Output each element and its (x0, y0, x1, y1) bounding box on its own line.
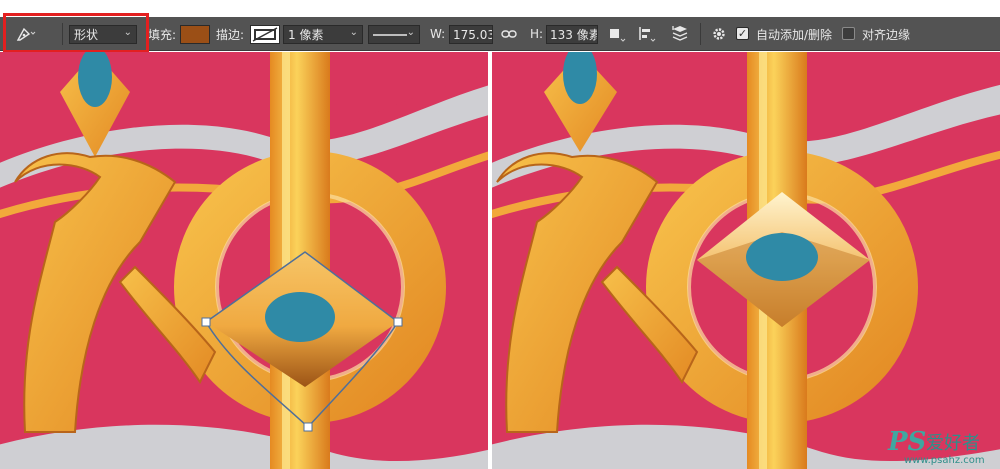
path-alignment-icon (639, 27, 656, 42)
stroke-line-icon (373, 33, 407, 36)
link-icon (501, 30, 517, 38)
height-input[interactable]: 133 像素 (546, 25, 598, 44)
canvas-before[interactable] (0, 52, 488, 469)
stroke-none-icon (252, 27, 278, 42)
width-value: 175.03 像 (453, 28, 493, 42)
pen-tool-icon (16, 27, 36, 41)
tool-preset-picker[interactable] (14, 17, 36, 51)
path-arrangement-icon (672, 26, 688, 41)
mode-select-value: 形状 (74, 28, 99, 42)
auto-add-delete-label: 自动添加/删除 (756, 27, 833, 42)
auto-add-delete-checkbox[interactable]: ✓ (736, 27, 749, 40)
link-dimensions-button[interactable] (501, 17, 517, 51)
width-input[interactable]: 175.03 像 (449, 25, 493, 44)
chevron-down-icon: ⌄ (123, 27, 132, 38)
gear-icon (713, 28, 725, 40)
fill-label: 填充: (148, 27, 177, 42)
height-value: 133 像素 (550, 28, 598, 42)
height-label: H: (530, 27, 544, 41)
stroke-width-value: 1 像素 (288, 28, 324, 42)
options-bar: 形状 ⌄ 填充: 描边: 1 像素 ⌄ ⌄ W: 175.03 像 H (0, 17, 1000, 51)
stroke-color-swatch[interactable] (250, 25, 280, 44)
divider (700, 23, 701, 45)
watermark-brand: 爱好者 (926, 433, 980, 454)
align-edges-label: 对齐边缘 (862, 27, 911, 42)
chevron-down-icon: ⌄ (406, 27, 415, 38)
watermark: PS 爱好者 www.psahz.com (888, 427, 998, 467)
width-label: W: (430, 27, 446, 41)
canvas-after[interactable] (492, 52, 1000, 469)
watermark-logo: PS (888, 427, 927, 457)
settings-button[interactable] (711, 17, 727, 51)
align-edges-checkbox[interactable] (842, 27, 855, 40)
mode-select[interactable]: 形状 ⌄ (69, 25, 137, 44)
path-arrangement-button[interactable] (670, 17, 692, 51)
path-operations-icon (610, 29, 626, 42)
chevron-down-icon: ⌄ (349, 27, 358, 38)
fill-color-swatch[interactable] (180, 25, 210, 44)
divider (62, 23, 63, 45)
path-operations-button[interactable] (608, 17, 626, 51)
watermark-url: www.psahz.com (904, 455, 985, 466)
stroke-label: 描边: (216, 27, 245, 42)
stroke-type-select[interactable]: ⌄ (368, 25, 420, 44)
stroke-width-field[interactable]: 1 像素 ⌄ (283, 25, 363, 44)
path-alignment-button[interactable] (638, 17, 656, 51)
